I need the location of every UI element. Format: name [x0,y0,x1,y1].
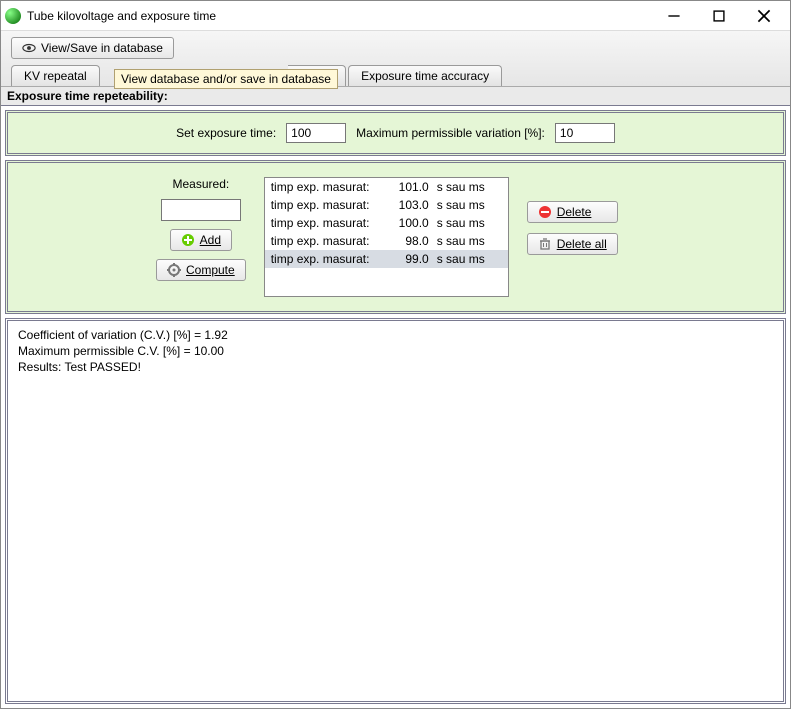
trash-icon [538,237,552,251]
toolbar: View/Save in database KV repeatal ccurac… [1,31,790,87]
list-item-value: 100.0 [389,216,429,230]
minimize-icon [667,9,681,23]
view-save-button[interactable]: View/Save in database [11,37,174,59]
list-item[interactable]: timp exp. masurat: 101.0 s sau ms [265,178,508,196]
list-item-label: timp exp. masurat: [271,216,381,230]
view-save-label: View/Save in database [41,41,163,55]
minimize-button[interactable] [651,2,696,30]
add-button[interactable]: Add [170,229,232,251]
list-item-unit: s sau ms [437,234,502,248]
delete-all-button[interactable]: Delete all [527,233,618,255]
list-item-value: 101.0 [389,180,429,194]
result-cv: Coefficient of variation (C.V.) [%] = 1.… [18,327,773,343]
app-icon [5,8,21,24]
compute-button[interactable]: Compute [156,259,246,281]
app-window: Tube kilovoltage and exposure time View/… [0,0,791,709]
list-item-label: timp exp. masurat: [271,234,381,248]
exposure-settings-panel: Set exposure time: Maximum permissible v… [5,110,786,156]
window-title: Tube kilovoltage and exposure time [27,9,651,23]
max-variation-input[interactable] [555,123,615,143]
result-status: Results: Test PASSED! [18,359,773,375]
list-item-unit: s sau ms [437,216,502,230]
list-item[interactable]: timp exp. masurat: 100.0 s sau ms [265,214,508,232]
measured-label: Measured: [173,177,230,191]
tab-kv-repeatability[interactable]: KV repeatal [11,65,100,86]
gear-icon [167,263,181,277]
list-item-label: timp exp. masurat: [271,180,381,194]
content-area: Set exposure time: Maximum permissible v… [1,106,790,708]
list-item[interactable]: timp exp. masurat: 98.0 s sau ms [265,232,508,250]
tooltip: View database and/or save in database [114,69,338,89]
section-header: Exposure time repeteability: [1,87,790,106]
list-item-value: 98.0 [389,234,429,248]
close-button[interactable] [741,2,786,30]
delete-button[interactable]: Delete [527,201,618,223]
list-item-label: timp exp. masurat: [271,252,381,266]
results-panel: Coefficient of variation (C.V.) [%] = 1.… [5,318,786,704]
add-label: Add [200,233,221,247]
eye-icon [22,41,36,55]
list-item-label: timp exp. masurat: [271,198,381,212]
compute-label: Compute [186,263,235,277]
list-item[interactable]: timp exp. masurat: 99.0 s sau ms [265,250,508,268]
measurement-panel: Measured: Add Compute timp exp. masurat:… [5,160,786,314]
delete-icon [538,205,552,219]
list-item-unit: s sau ms [437,252,502,266]
measured-input[interactable] [161,199,241,221]
measurement-list[interactable]: timp exp. masurat:101.0s sau mstimp exp.… [264,177,509,297]
list-item-unit: s sau ms [437,198,502,212]
list-item-value: 103.0 [389,198,429,212]
delete-label: Delete [557,205,592,219]
list-item[interactable]: timp exp. masurat: 103.0 s sau ms [265,196,508,214]
set-exposure-label: Set exposure time: [176,126,276,140]
maximize-button[interactable] [696,2,741,30]
delete-all-label: Delete all [557,237,607,251]
close-icon [757,9,771,23]
result-max-cv: Maximum permissible C.V. [%] = 10.00 [18,343,773,359]
list-item-value: 99.0 [389,252,429,266]
set-exposure-input[interactable] [286,123,346,143]
max-variation-label: Maximum permissible variation [%]: [356,126,545,140]
tab-exposure-time-accuracy[interactable]: Exposure time accuracy [348,65,502,86]
list-item-unit: s sau ms [437,180,502,194]
maximize-icon [712,9,726,23]
titlebar: Tube kilovoltage and exposure time [1,1,790,31]
plus-icon [181,233,195,247]
